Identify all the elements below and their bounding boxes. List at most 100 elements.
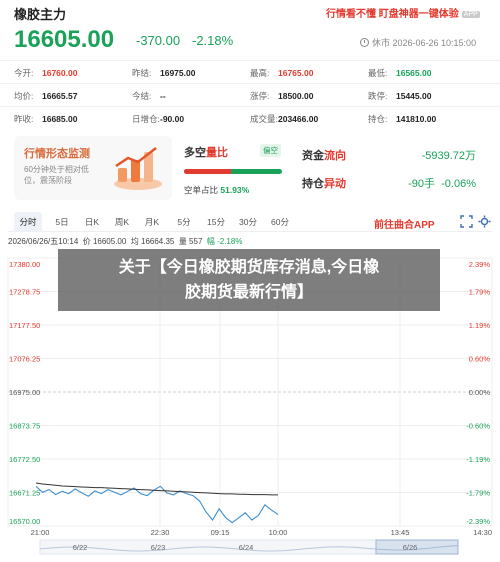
x-axis-label: 10:00 [269, 528, 288, 537]
tab-5day[interactable]: 5日 [48, 212, 76, 232]
page-title: 橡胶主力 [14, 7, 67, 22]
promo-banner[interactable]: 行情看不懂 盯盘神器一键体验 APP [326, 5, 480, 20]
price-change-pct: -2.18% [192, 33, 234, 48]
stat-label: 今开: [14, 68, 34, 78]
navigator-date-label: 6/24 [239, 543, 254, 552]
x-axis-label: 21:00 [31, 528, 50, 537]
pattern-monitor-title: 行情形态监测 [24, 148, 90, 160]
price-change: -370.00 [136, 33, 181, 48]
feature-cards: 行情形态监测 60分钟处于相对低位，震荡阶段 多空量比 偏空 空单占比 51.9… [0, 130, 500, 206]
stat-item: 持仓: 141810.00 [368, 113, 436, 125]
tab-60min[interactable]: 60分 [266, 212, 294, 232]
x-axis-label: 14:30 [473, 528, 492, 537]
x-axis-label: 13:45 [391, 528, 410, 537]
overlay-line-1: 关于【今日橡胶期货库存消息,今日橡 [118, 259, 380, 276]
stat-value: 16665.57 [42, 91, 78, 101]
tab-5min[interactable]: 5分 [170, 212, 198, 232]
position-change-lots: -90手 [408, 178, 436, 190]
y-axis-pct-label: 2.39% [469, 260, 491, 269]
position-change-title-b: 异动 [324, 178, 346, 190]
stat-label: 涨停: [250, 91, 270, 101]
tab-daily-k[interactable]: 日K [78, 212, 106, 232]
market-status-text: 休市 2026-06-26 10:15:00 [372, 38, 477, 48]
long-short-title: 多空量比 [184, 144, 228, 160]
stats-row: 均价: 16665.57 今结: -- 涨停: 18500.00 跌停: 15445.0… [0, 83, 500, 106]
stat-label: 跌停: [368, 91, 388, 101]
y-axis-pct-label: 0.00% [469, 388, 491, 397]
capital-flow-title-b: 流向 [324, 150, 346, 162]
promo-text[interactable]: 行情看不懂 盯盘神器一键体验 [326, 9, 459, 20]
chart-period-tabs: 分时 5日 日K 周K 月K 5分 15分 30分 60分 前往曲合APP [8, 212, 492, 232]
stat-value: 15445.00 [396, 91, 432, 101]
stat-value: 16975.00 [160, 68, 196, 78]
tab-weekly-k[interactable]: 周K [108, 212, 136, 232]
stat-item: 涨停: 18500.00 [250, 90, 313, 102]
stat-label: 成交量: [250, 114, 278, 124]
navigator-date-label: 6/26 [403, 543, 418, 552]
stat-item: 日增仓:-90.00 [132, 113, 184, 125]
stat-value: 16765.00 [278, 68, 314, 78]
pattern-monitor-card[interactable]: 行情形态监测 60分钟处于相对低位，震荡阶段 [14, 136, 172, 200]
stat-item: 昨结: 16975.00 [132, 67, 195, 79]
clock-icon [360, 38, 369, 47]
stat-label: 昨收: [14, 114, 34, 124]
long-short-ratio-card[interactable]: 多空量比 偏空 空单占比 51.93% [176, 136, 286, 200]
info-time: 2026/06/26/五10:14 [8, 237, 79, 246]
position-change-title-a: 持仓 [302, 178, 324, 190]
y-axis-pct-label: 1.79% [469, 288, 491, 297]
y-axis-pct-label: -0.60% [466, 422, 490, 431]
y-axis-label: 16975.00 [9, 388, 40, 397]
y-axis-label: 17380.00 [9, 260, 40, 269]
stat-label: 最低: [368, 68, 388, 78]
quote-row: 16605.00 -370.00 -2.18% 休市 2026-06-26 10… [0, 26, 500, 56]
stat-label: 持仓: [368, 114, 388, 124]
y-axis-pct-label: -2.39% [466, 517, 490, 526]
y-axis-label: 16772.50 [9, 455, 40, 464]
position-change-value: -90手 -0.06% [408, 175, 476, 191]
capital-flow-title: 资金流向 [302, 147, 346, 163]
stat-value: -90.00 [160, 114, 185, 124]
capital-position-card[interactable]: 资金流向 -5939.72万 持仓异动 -90手 -0.06% [294, 136, 486, 200]
tab-monthly-k[interactable]: 月K [138, 212, 166, 232]
stat-item: 最高: 16765.00 [250, 67, 313, 79]
stat-item: 昨收: 16685.00 [14, 113, 77, 125]
stat-value: 16565.00 [396, 68, 432, 78]
y-axis-pct-label: -1.79% [466, 489, 490, 498]
fullscreen-icon[interactable] [460, 215, 473, 228]
y-axis-pct-label: 1.19% [469, 321, 491, 330]
navigator-date-label: 6/22 [73, 543, 88, 552]
tab-15min[interactable]: 15分 [202, 212, 230, 232]
pattern-monitor-desc: 60分钟处于相对低位，震荡阶段 [24, 165, 89, 185]
stat-value: 16685.00 [42, 114, 78, 124]
position-change-title: 持仓异动 [302, 175, 346, 191]
tab-timeshare[interactable]: 分时 [14, 212, 42, 232]
app-badge: APP [461, 11, 480, 18]
price-line [35, 485, 279, 524]
settings-icon[interactable] [478, 215, 491, 228]
long-short-title-b: 量比 [206, 147, 228, 159]
short-ratio-bar [184, 169, 282, 174]
y-axis-label: 17278.75 [9, 288, 40, 297]
y-axis-label: 16873.75 [9, 422, 40, 431]
y-axis-label: 16671.25 [9, 489, 40, 498]
stat-label: 最高: [250, 68, 270, 78]
chart-illustration-icon [114, 147, 162, 190]
short-ratio-label: 空单占比 [184, 185, 219, 195]
position-change-row[interactable]: 持仓异动 -90手 -0.06% [302, 170, 486, 194]
stat-item: 均价: 16665.57 [14, 90, 77, 102]
stats-grid: 今开: 16760.00 昨结: 16975.00 最高: 16765.00 最低: 1… [0, 60, 500, 129]
stat-label: 今结: [132, 91, 152, 101]
stat-value: -- [160, 91, 166, 101]
stat-label: 均价: [14, 91, 34, 101]
open-app-link[interactable]: 前往曲合APP [374, 216, 435, 231]
stat-value: 141810.00 [396, 114, 437, 124]
y-axis-pct-label: 0.60% [469, 355, 491, 364]
last-price: 16605.00 [14, 26, 115, 53]
tab-30min[interactable]: 30分 [234, 212, 262, 232]
stat-item: 最低: 16565.00 [368, 67, 431, 79]
info-volume: 量 557 [178, 237, 203, 246]
y-axis-label: 16570.00 [9, 517, 40, 526]
stat-label: 日增仓: [132, 114, 160, 124]
capital-flow-row[interactable]: 资金流向 -5939.72万 [302, 142, 486, 166]
y-axis-label: 17076.25 [9, 355, 40, 364]
